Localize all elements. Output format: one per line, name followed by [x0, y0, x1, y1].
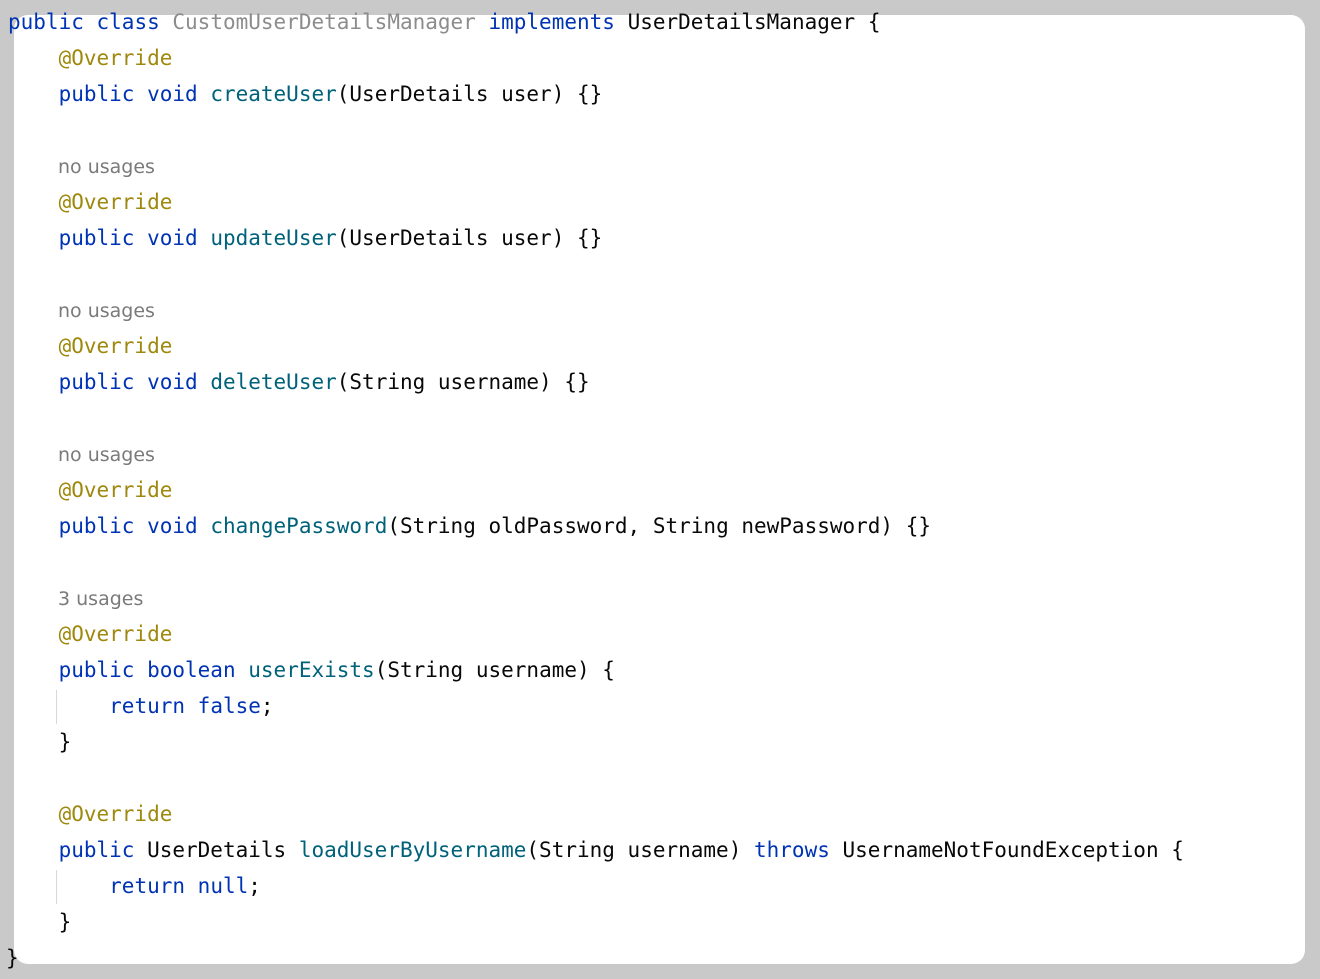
method-name: createUser	[210, 82, 337, 106]
return-line[interactable]: return null;	[8, 868, 261, 904]
return-line[interactable]: return false;	[8, 688, 273, 724]
method-line-update-user[interactable]: public void updateUser(UserDetails user)…	[8, 220, 603, 256]
method-line-create-user[interactable]: public void createUser(UserDetails user)…	[8, 76, 603, 112]
annotation-line[interactable]: @Override	[8, 328, 173, 364]
usages-hint[interactable]: no usages	[58, 152, 155, 182]
annotation-line[interactable]: @Override	[8, 40, 173, 76]
closing-brace-line[interactable]: }	[8, 724, 72, 760]
usages-hint[interactable]: no usages	[58, 296, 155, 326]
class-name: CustomUserDetailsManager	[172, 10, 476, 34]
method-line-load-user[interactable]: public UserDetails loadUserByUsername(St…	[8, 832, 1184, 868]
method-name: changePassword	[210, 514, 388, 538]
method-name: deleteUser	[210, 370, 337, 394]
method-name: userExists	[248, 658, 375, 682]
method-name: updateUser	[210, 226, 337, 250]
class-declaration-line[interactable]: public class CustomUserDetailsManager im…	[8, 4, 880, 40]
usages-hint[interactable]: 3 usages	[58, 584, 143, 614]
annotation-line[interactable]: @Override	[8, 616, 173, 652]
method-line-delete-user[interactable]: public void deleteUser(String username) …	[8, 364, 590, 400]
annotation-line[interactable]: @Override	[8, 796, 173, 832]
usages-hint[interactable]: no usages	[58, 440, 155, 470]
closing-brace-line[interactable]: }	[8, 904, 72, 940]
annotation-line[interactable]: @Override	[8, 184, 173, 220]
method-name: loadUserByUsername	[298, 838, 527, 862]
method-line-change-password[interactable]: public void changePassword(String oldPas…	[8, 508, 931, 544]
code-editor[interactable]	[14, 15, 1305, 964]
method-line-user-exists[interactable]: public boolean userExists(String usernam…	[8, 652, 615, 688]
interface-name: UserDetailsManager	[627, 10, 856, 34]
annotation-line[interactable]: @Override	[8, 472, 173, 508]
class-closing-brace[interactable]: }	[6, 940, 19, 976]
